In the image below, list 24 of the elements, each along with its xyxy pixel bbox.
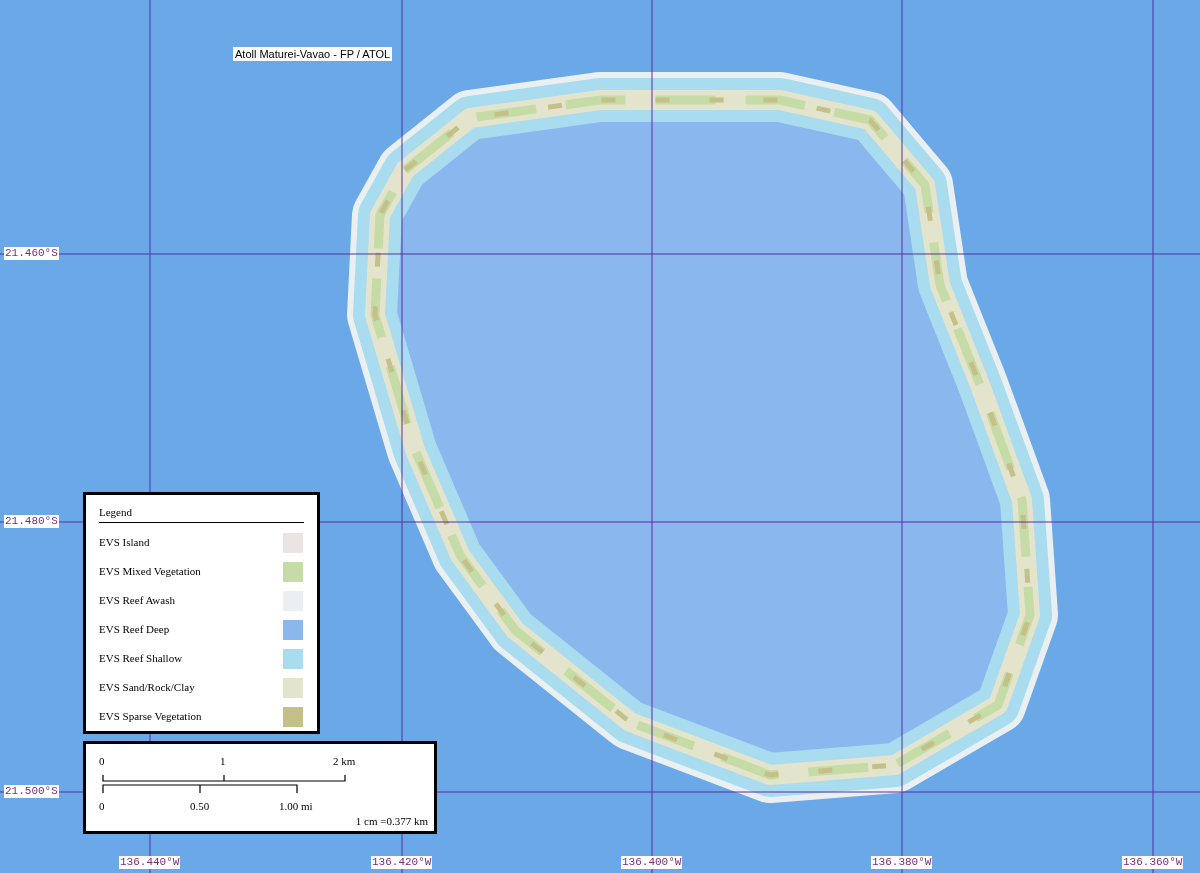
longitude-label: 136.440°W: [119, 856, 181, 869]
map-title: Atoll Maturei-Vavao - FP / ATOL: [233, 47, 393, 61]
latitude-label: 21.460°S: [4, 247, 59, 260]
scale-km-label: 0: [99, 755, 105, 768]
scale-mile-label: 1.00 mi: [279, 800, 313, 813]
legend-label: EVS Island: [99, 535, 150, 551]
longitude-label: 136.360°W: [1122, 856, 1184, 869]
longitude-label: 136.420°W: [371, 856, 433, 869]
legend-label: EVS Reef Deep: [99, 622, 170, 638]
latitude-label: 21.480°S: [4, 515, 59, 528]
legend-label: EVS Mixed Vegetation: [99, 564, 201, 580]
latitude-label: 21.500°S: [4, 785, 59, 798]
scale-mile-label: 0: [99, 800, 105, 813]
legend-label: EVS Reef Shallow: [99, 651, 183, 667]
legend-label: EVS Sparse Vegetation: [99, 709, 202, 725]
scale-km-label: 1: [220, 755, 226, 768]
legend-label: EVS Reef Awash: [99, 593, 175, 609]
longitude-label: 136.400°W: [621, 856, 683, 869]
longitude-label: 136.380°W: [871, 856, 933, 869]
legend-label: EVS Sand/Rock/Clay: [99, 680, 195, 696]
legend-title: Legend: [99, 505, 304, 523]
scale-km-label: 2 km: [333, 755, 356, 768]
scale-mile-label: 0.50: [190, 800, 210, 813]
scale-ratio: 1 cm =0.377 km: [355, 815, 428, 828]
